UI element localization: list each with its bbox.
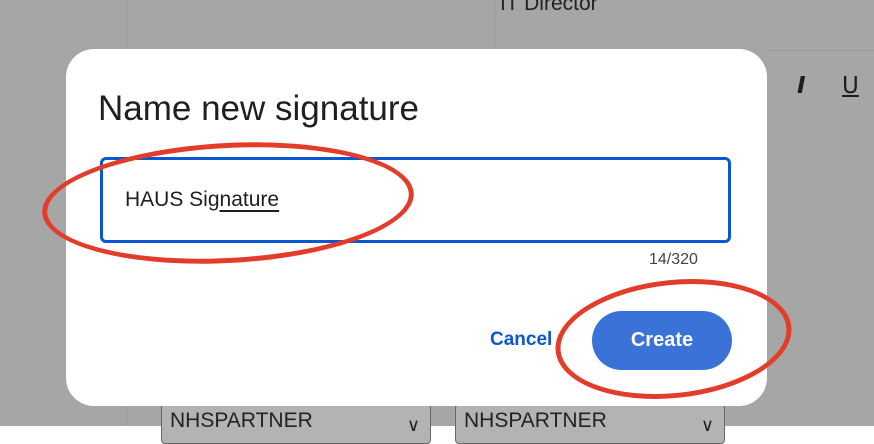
select-value: NHSPARTNER bbox=[170, 409, 313, 432]
character-counter: 14/320 bbox=[649, 251, 698, 268]
underline-button[interactable]: U bbox=[842, 73, 859, 99]
spellcheck-underlined-text: nature bbox=[219, 188, 280, 211]
bg-divider bbox=[767, 50, 874, 51]
select-value: NHSPARTNER bbox=[464, 409, 607, 432]
cancel-clip: Cancel bbox=[490, 319, 556, 359]
name-signature-dialog: Name new signature HAUS Signature 14/320… bbox=[66, 49, 767, 406]
create-button[interactable]: Create bbox=[592, 311, 732, 370]
cancel-button[interactable]: Cancel bbox=[490, 329, 552, 351]
dialog-title: Name new signature bbox=[98, 89, 419, 128]
italic-button[interactable]: I bbox=[797, 73, 806, 99]
signature-select-right[interactable]: NHSPARTNER ∨ bbox=[455, 404, 725, 444]
bg-divider bbox=[494, 0, 495, 50]
signature-name-input[interactable]: HAUS Signature bbox=[100, 157, 731, 243]
input-value: HAUS Signature bbox=[125, 188, 280, 211]
signature-title-text: IT Director bbox=[500, 0, 598, 15]
signature-select-left[interactable]: NHSPARTNER ∨ bbox=[161, 404, 431, 444]
